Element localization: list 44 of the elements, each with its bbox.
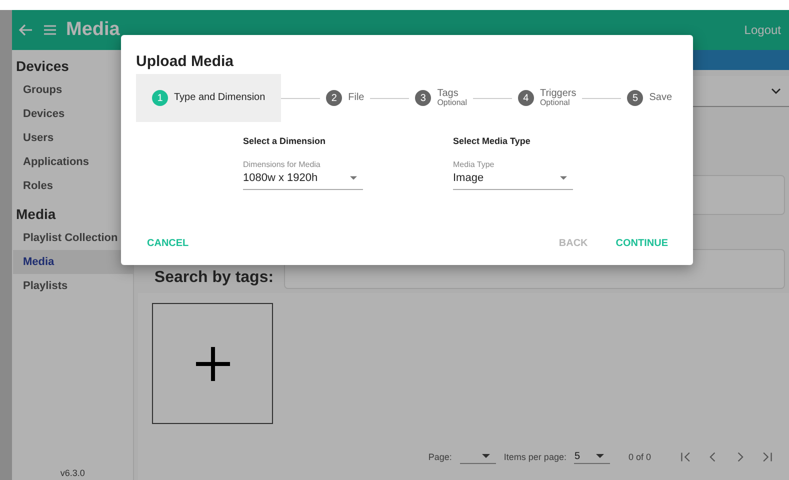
add-media-button[interactable] bbox=[152, 303, 274, 424]
step-label: Tags bbox=[437, 89, 460, 99]
section-heading: Devices bbox=[15, 57, 70, 76]
range-label: 0 of 0 bbox=[628, 452, 651, 462]
items-per-page-select[interactable]: 5 bbox=[574, 449, 610, 464]
step-optional-label: Optional bbox=[540, 99, 570, 107]
search-label: Search by tags: bbox=[154, 269, 274, 288]
step[interactable]: 2 File bbox=[320, 74, 370, 122]
back-arrow-icon[interactable] bbox=[18, 22, 34, 38]
step-number: 4 bbox=[518, 90, 534, 106]
plus-icon bbox=[194, 346, 231, 382]
step[interactable]: 1 Type and Dimension bbox=[136, 74, 282, 122]
field-heading: Select Media Type bbox=[453, 136, 532, 146]
chevron-icon bbox=[771, 88, 781, 94]
step-label: File bbox=[348, 93, 364, 103]
step-label: Type and Dimension bbox=[174, 93, 266, 103]
select-field[interactable]: Dimensions for Media 1080w x 1920h bbox=[243, 160, 363, 190]
step-optional-label: Optional bbox=[437, 99, 467, 107]
page-label: Page: bbox=[428, 452, 452, 462]
dropdown-arrow-icon bbox=[482, 454, 490, 458]
step[interactable]: 5 Save bbox=[621, 74, 678, 122]
sidebar-item[interactable]: Media bbox=[13, 250, 134, 274]
field-heading: Select a Dimension bbox=[243, 136, 327, 146]
step-label: Save bbox=[649, 93, 672, 103]
step-number: 2 bbox=[326, 90, 342, 106]
first-page-icon[interactable] bbox=[680, 450, 692, 462]
dropdown-arrow-icon bbox=[560, 176, 567, 180]
step[interactable]: 4 Triggers Optional bbox=[512, 74, 582, 122]
dropdown-arrow-icon bbox=[350, 176, 357, 180]
step[interactable]: 3 Tags Optional bbox=[409, 74, 473, 122]
step-number: 1 bbox=[152, 90, 168, 106]
step-label: Triggers bbox=[540, 89, 576, 99]
last-page-icon[interactable] bbox=[761, 450, 773, 462]
select-field[interactable]: Media Type Image bbox=[453, 160, 573, 190]
dropdown-arrow-icon bbox=[596, 454, 604, 458]
step-number: 3 bbox=[415, 90, 432, 106]
version-label: v6.3.0 bbox=[59, 468, 86, 480]
items-per-page-label: Items per page: bbox=[504, 452, 566, 462]
sidebar-item[interactable]: Playlists bbox=[13, 274, 134, 298]
page-title: Media bbox=[66, 19, 120, 41]
section-heading: Media bbox=[15, 205, 57, 224]
step-number: 5 bbox=[627, 90, 644, 106]
dialog-title: Upload Media bbox=[136, 53, 234, 70]
menu-icon[interactable] bbox=[42, 22, 58, 38]
